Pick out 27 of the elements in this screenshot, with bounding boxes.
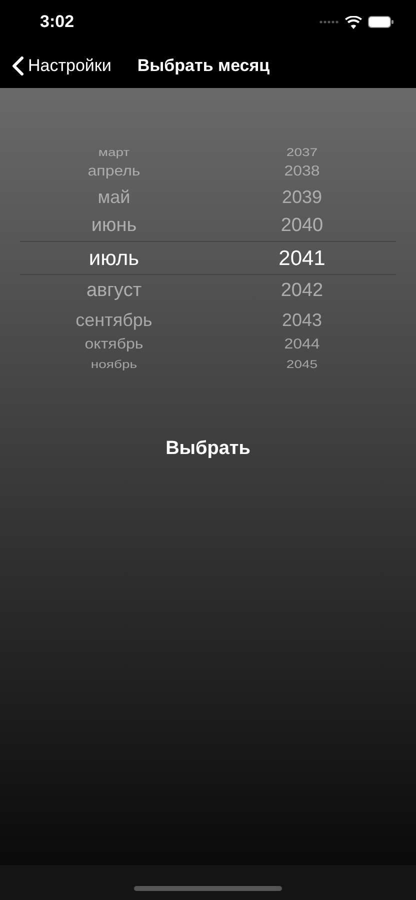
battery-icon [368, 16, 394, 28]
year-option[interactable]: 2041 [278, 241, 326, 275]
month-option[interactable]: октябрь [84, 334, 144, 355]
nav-title: Выбрать месяц [137, 56, 270, 76]
month-option[interactable]: ноябрь [90, 358, 138, 370]
status-time: 3:02 [40, 12, 74, 32]
year-option[interactable]: 2042 [280, 275, 324, 306]
month-option[interactable]: август [86, 275, 142, 306]
year-option[interactable]: 2043 [282, 306, 322, 333]
month-option[interactable]: сентябрь [76, 306, 152, 333]
select-button[interactable]: Выбрать [158, 434, 258, 464]
year-option[interactable]: 2037 [286, 146, 318, 158]
year-option[interactable]: 2038 [284, 161, 320, 182]
month-option[interactable]: июнь [91, 210, 137, 241]
year-option[interactable]: 2044 [284, 334, 320, 355]
wifi-icon [345, 16, 362, 28]
month-option[interactable]: апрель [88, 161, 140, 182]
back-button[interactable]: Настройки [12, 56, 112, 76]
year-option[interactable]: 2039 [282, 183, 322, 210]
month-option[interactable]: июль [88, 241, 140, 275]
month-option[interactable]: март [98, 146, 130, 158]
year-option[interactable]: 2040 [280, 210, 324, 241]
home-indicator[interactable] [134, 886, 282, 891]
signal-icon [319, 20, 339, 24]
year-option[interactable]: 2045 [286, 358, 318, 370]
month-option[interactable]: май [98, 183, 130, 210]
chevron-left-icon [12, 56, 24, 76]
